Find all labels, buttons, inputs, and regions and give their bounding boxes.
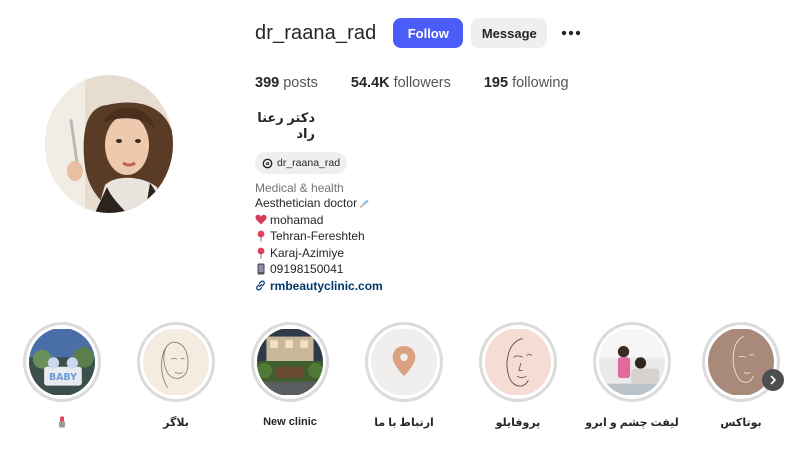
highlight-label: پروفایلو <box>495 417 541 429</box>
category-label: Medical & health <box>255 181 344 195</box>
threads-icon <box>262 158 273 168</box>
heart-icon <box>255 214 267 226</box>
bio-line-text: 09198150041 <box>270 262 344 276</box>
highlight-item[interactable]: بلاگر <box>121 322 231 429</box>
bio-line-text: Karaj-Azimiye <box>270 245 345 260</box>
username: dr_raana_rad <box>255 21 377 44</box>
bio-line-phone: 09198150041 <box>255 261 555 278</box>
highlight-label: New clinic <box>263 416 317 428</box>
full-name: دکتر رعنا راد <box>257 110 315 141</box>
highlight-label: بلاگر <box>163 417 189 429</box>
highlight-cover <box>251 322 329 402</box>
followers-count: 54.4K <box>350 75 390 91</box>
bio-line-text: Tehran-Fereshteh <box>270 229 365 243</box>
pin-icon <box>255 230 267 242</box>
more-horizontal-icon[interactable] <box>559 21 583 45</box>
highlight-label: ارتباط با ما <box>374 417 434 429</box>
highlight-cover <box>479 322 557 402</box>
highlight-item[interactable]: ارتباط با ما <box>349 322 459 429</box>
followers-stat[interactable]: 54.4K followers <box>351 75 451 91</box>
highlight-item[interactable]: لیفت چشم و ابرو <box>577 322 687 429</box>
highlight-label <box>57 416 67 431</box>
posts-count: 399 <box>255 75 280 91</box>
following-label: following <box>512 75 569 91</box>
story-highlights: BABY بلاگر New clinic ارتباط با ما پروفا… <box>0 322 800 442</box>
posts-stat: 399 posts <box>255 75 318 91</box>
threads-handle: dr_raana_rad <box>277 157 341 169</box>
pin-icon <box>255 247 267 259</box>
highlight-item[interactable]: پروفایلو <box>463 322 573 429</box>
svg-text:BABY: BABY <box>49 372 77 383</box>
highlight-cover <box>137 322 215 402</box>
follow-button[interactable]: Follow <box>393 18 464 48</box>
syringe-icon <box>359 197 371 209</box>
following-stat[interactable]: 195 following <box>484 75 569 91</box>
highlight-cover: BABY <box>23 322 101 402</box>
bio-line-text: Aesthetician doctor <box>255 196 358 210</box>
avatar-photo <box>45 75 173 213</box>
bio-line-location-2: Karaj-Azimiye <box>255 245 555 262</box>
website-link-text: rmbeautyclinic.com <box>270 278 383 293</box>
bio-line-title: Aesthetician doctor <box>255 195 555 212</box>
highlights-next-button[interactable] <box>762 369 784 391</box>
highlight-image-treatment <box>599 329 665 395</box>
highlight-cover <box>593 322 671 402</box>
threads-badge[interactable]: dr_raana_rad <box>255 152 348 174</box>
profile-header: dr_raana_rad Follow Message <box>255 17 583 49</box>
highlight-label: بوتاکس <box>720 417 762 429</box>
highlight-item[interactable]: New clinic <box>235 322 345 428</box>
highlight-label: لیفت چشم و ابرو <box>585 417 679 429</box>
highlight-image-face-sketch <box>143 329 209 395</box>
highlight-image-baby: BABY <box>29 329 95 395</box>
profile-bio: دکتر رعنا راد dr_raana_rad Medical & hea… <box>255 110 555 293</box>
website-link[interactable]: rmbeautyclinic.com <box>255 279 555 293</box>
link-icon <box>256 280 265 291</box>
lipstick-icon <box>57 416 67 431</box>
chevron-right-icon <box>770 375 776 385</box>
bio-line-text: mohamad <box>270 212 324 227</box>
highlight-item[interactable]: BABY <box>7 322 117 431</box>
highlight-image-face-line-art <box>485 329 551 395</box>
highlight-image-clinic <box>257 329 323 395</box>
phone-icon <box>255 263 267 275</box>
highlight-image-location <box>371 329 437 395</box>
bio-line-location-1: Tehran-Fereshteh <box>255 228 555 245</box>
profile-avatar[interactable] <box>45 75 173 213</box>
profile-stats: 399 posts 54.4K followers 195 following <box>255 75 602 91</box>
following-count: 195 <box>483 75 509 91</box>
highlight-cover <box>365 322 443 402</box>
bio-line-partner: mohamad <box>255 212 555 229</box>
message-button[interactable]: Message <box>471 18 548 48</box>
posts-label: posts <box>283 75 318 91</box>
followers-label: followers <box>393 75 451 91</box>
